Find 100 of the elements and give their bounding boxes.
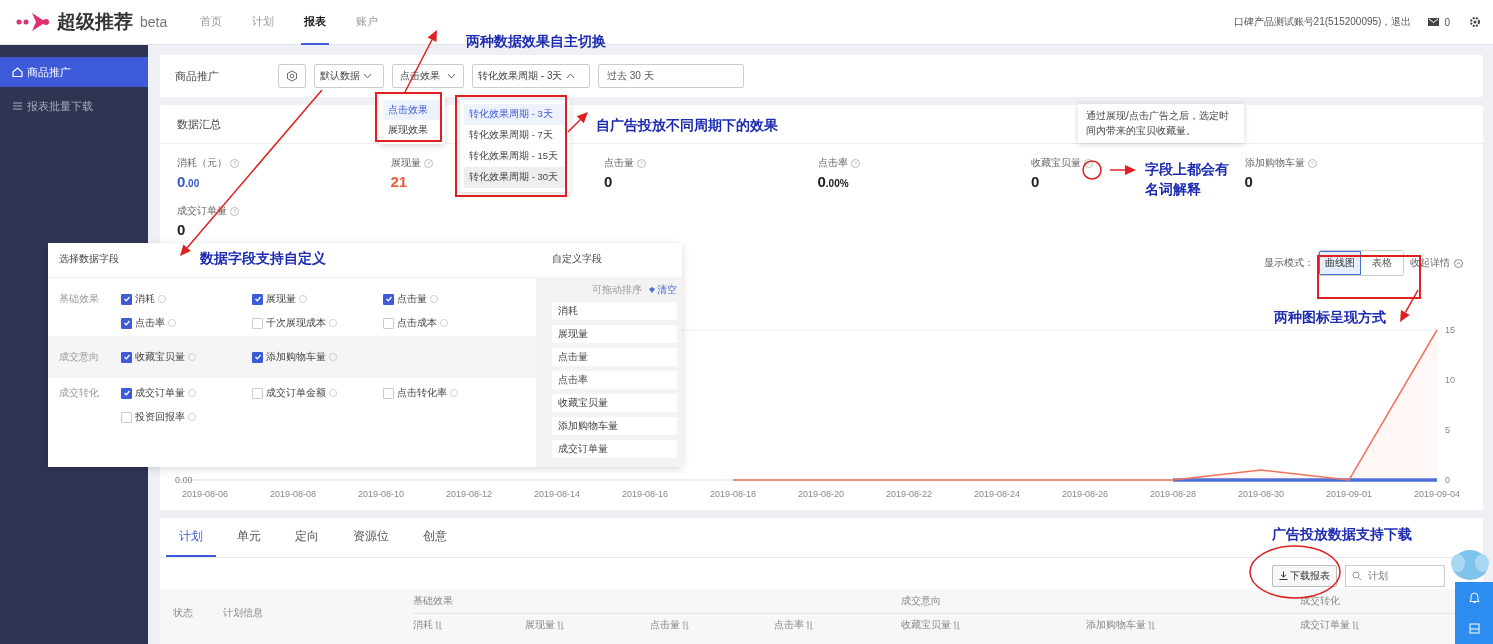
detail-tab[interactable]: 计划 [166,518,216,557]
dropdown-select[interactable]: 转化效果周期 - 3天 [472,64,590,88]
annotation-note: 字段上都会有名词解释 [1145,161,1230,199]
axis-label: 2019-08-20 [798,489,844,499]
collapse-link[interactable]: 收起详情 [1410,256,1450,270]
axis-label: 10 [1445,375,1455,385]
axis-label: 2019-08-26 [1062,489,1108,499]
annotation-note: 广告投放数据支持下载 [1272,526,1412,544]
axis-label: 2019-08-08 [270,489,316,499]
field-label[interactable]: 点击转化率 [397,386,447,400]
brand-name: 超级推荐 [57,10,133,34]
axis-label: 2019-08-14 [534,489,580,499]
column-header: 状态 [173,606,194,620]
axis-label: 2019-09-04 [1414,489,1460,499]
column-header[interactable]: 展现量 [525,618,555,632]
metric-value: 21 [390,173,408,190]
axis-label: 0.00 [175,475,193,485]
search-field[interactable]: 计划 [1345,564,1445,587]
custom-field-item[interactable]: 添加购物车量 [552,417,677,435]
detail-tab[interactable]: 创意 [410,518,460,557]
custom-field-item[interactable]: 收藏宝贝量 [552,394,677,412]
mode-toggle[interactable]: 曲线图 [1319,251,1361,275]
group-label: 成交转化 [59,386,100,400]
annotation-note: 数据字段支持自定义 [200,250,326,268]
detail-tab[interactable]: 单元 [224,518,274,557]
dropdown-select[interactable]: 默认数据 [314,64,384,88]
axis-label: 2019-08-30 [1238,489,1284,499]
metric-value: 0.00% [817,173,849,190]
column-header[interactable]: 收藏宝贝量 [901,618,951,632]
field-label[interactable]: 成交订单金额 [266,386,326,400]
group-label: 基础效果 [59,292,100,306]
beta-label: beta [140,14,168,30]
custom-field-item[interactable]: 消耗 [552,302,677,320]
metric-label: 点击率 [817,156,848,170]
metric-value: 0.00 [177,173,200,190]
menu-item[interactable]: 展现效果 [383,120,441,140]
filter-title: 商品推广 [175,68,220,84]
metric-value: 0 [1031,173,1040,190]
menu-item[interactable]: 转化效果周期 - 3天 [464,104,566,125]
field-label[interactable]: 点击成本 [397,316,437,330]
metric-label: 收藏宝贝量 [1031,156,1081,170]
field-label[interactable]: 千次展现成本 [266,316,326,330]
mode-label: 显示模式： [1264,256,1314,270]
column-header: 计划信息 [223,606,264,620]
sidebar-item[interactable]: 商品推广 [0,57,148,87]
field-label[interactable]: 成交订单量 [135,386,185,400]
menu-item[interactable]: 转化效果周期 - 30天 [464,167,566,188]
date-range-field[interactable]: 过去 30 天 [598,64,744,88]
metric-label: 展现量 [390,156,421,170]
field-label[interactable]: 展现量 [266,292,296,306]
column-header[interactable]: 消耗 [413,618,433,632]
section-title: 数据汇总 [177,116,221,132]
axis-label: 5 [1445,425,1450,435]
custom-field-item[interactable]: 点击率 [552,371,677,389]
axis-label: 2019-08-28 [1150,489,1196,499]
axis-label: 2019-08-16 [622,489,668,499]
annotation-note: 两种数据效果自主切换 [466,33,606,51]
axis-label: 2019-09-01 [1326,489,1372,499]
metric-value: 0 [177,221,186,238]
hint-text: 可拖动排序 [592,283,642,297]
detail-tab[interactable]: 资源位 [340,518,402,557]
field-label[interactable]: 添加购物车量 [266,350,326,364]
axis-label: 2019-08-24 [974,489,1020,499]
column-header[interactable]: 点击量 [650,618,680,632]
panel-title: 自定义字段 [551,252,603,266]
message-count: 0 [1444,16,1450,28]
metric-label: 点击量 [604,156,634,170]
metric-value: 0 [604,173,613,190]
column-header[interactable]: 成交订单量 [1300,618,1350,632]
download-button[interactable]: 下载报表 [1272,564,1337,587]
menu-item[interactable]: 点击效果 [383,100,441,120]
sidebar-item[interactable]: 报表批量下载 [0,91,148,121]
axis-label: 2019-08-06 [182,489,228,499]
custom-field-item[interactable]: 成交订单量 [552,440,677,458]
metric-value: 0 [1244,173,1253,190]
column-header[interactable]: 添加购物车量 [1086,618,1146,632]
clear-link[interactable]: 清空 [648,283,677,297]
field-label[interactable]: 点击量 [397,292,427,306]
field-label[interactable]: 点击率 [135,316,165,330]
annotation-note: 自广告投放不同周期下的效果 [596,117,778,135]
menu-item[interactable]: 转化效果周期 - 7天 [464,125,566,146]
custom-field-item[interactable]: 展现量 [552,325,677,343]
column-group-header: 成交意向 [901,588,1300,614]
field-label[interactable]: 投资回报率 [135,410,185,424]
nav-tab[interactable]: 报表 [301,0,330,45]
field-label[interactable]: 消耗 [135,292,155,306]
metric-label: 成交订单量 [177,204,227,218]
account-text[interactable]: 口碑产品测试账号21(515200095)，退出 [1233,15,1412,29]
custom-field-item[interactable]: 点击量 [552,348,677,366]
column-header[interactable]: 点击率 [774,618,804,632]
group-label: 成交意向 [59,350,100,364]
metric-label: 添加购物车量 [1244,156,1305,170]
menu-item[interactable]: 转化效果周期 - 15天 [464,146,566,167]
axis-label: 15 [1445,325,1455,335]
axis-label: 2019-08-10 [358,489,404,499]
axis-label: 2019-08-18 [710,489,756,499]
detail-tab[interactable]: 定向 [282,518,332,557]
axis-label: 2019-08-12 [446,489,492,499]
axis-label: 0 [1445,475,1450,485]
field-label[interactable]: 收藏宝贝量 [135,350,185,364]
